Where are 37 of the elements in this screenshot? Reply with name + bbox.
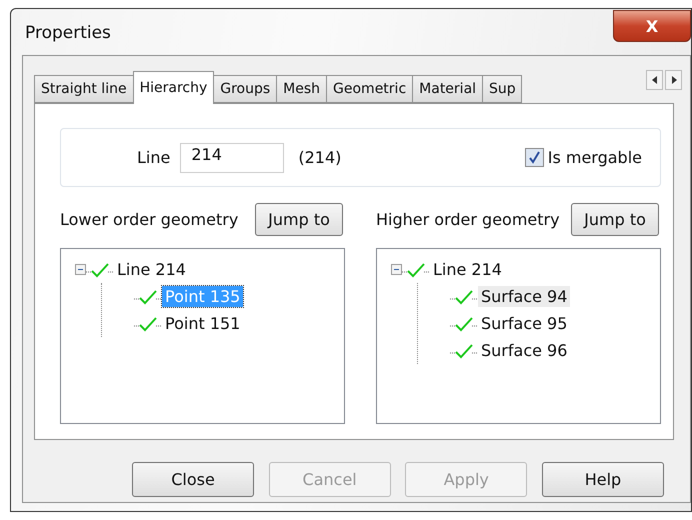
tree-item[interactable]: Line 214 bbox=[114, 259, 189, 280]
pane-label: Higher order geometry bbox=[376, 210, 560, 228]
checkmark-icon bbox=[402, 262, 430, 278]
tab[interactable]: Material bbox=[412, 75, 484, 103]
checkbox-label: Is mergable bbox=[548, 148, 642, 167]
line-label: Line bbox=[137, 148, 170, 167]
jump-to-button[interactable]: Jump to bbox=[255, 202, 343, 236]
checkmark-icon bbox=[134, 316, 162, 332]
scroll-left-icon[interactable] bbox=[646, 70, 663, 90]
jump-to-button[interactable]: Jump to bbox=[571, 202, 659, 236]
line-id-text: (214) bbox=[298, 148, 342, 167]
checkmark-icon bbox=[450, 316, 478, 332]
mergable-checkbox[interactable] bbox=[524, 148, 544, 167]
checkmark-icon bbox=[450, 342, 478, 358]
dialog-button[interactable]: Help bbox=[542, 462, 664, 497]
checkmark-icon bbox=[450, 288, 478, 304]
tab[interactable]: Mesh bbox=[276, 75, 328, 103]
checkmark-icon bbox=[134, 288, 162, 304]
checkmark-icon bbox=[86, 262, 114, 278]
tree-item[interactable]: Line 214 bbox=[430, 259, 505, 280]
scroll-right-icon[interactable] bbox=[665, 70, 682, 90]
window-title: Properties bbox=[25, 23, 111, 43]
tab[interactable]: Hierarchy bbox=[132, 71, 214, 104]
dialog-button[interactable]: Close bbox=[132, 462, 254, 497]
collapse-icon[interactable] bbox=[75, 264, 86, 275]
pane-label: Lower order geometry bbox=[60, 210, 238, 228]
collapse-icon[interactable] bbox=[391, 264, 402, 275]
tab[interactable]: Geometric bbox=[326, 75, 414, 103]
tab[interactable]: Sup bbox=[482, 75, 522, 103]
tree-item[interactable]: Point 151 bbox=[162, 313, 244, 334]
tab[interactable]: Groups bbox=[213, 75, 278, 103]
window-close-button[interactable]: X bbox=[613, 10, 691, 42]
tree-item[interactable]: Surface 95 bbox=[478, 313, 570, 334]
tab[interactable]: Straight line bbox=[34, 75, 134, 103]
line-input-field[interactable]: 214 bbox=[180, 142, 284, 172]
tree-item[interactable]: Surface 96 bbox=[478, 340, 570, 361]
tree-item[interactable]: Surface 94 bbox=[478, 286, 570, 307]
